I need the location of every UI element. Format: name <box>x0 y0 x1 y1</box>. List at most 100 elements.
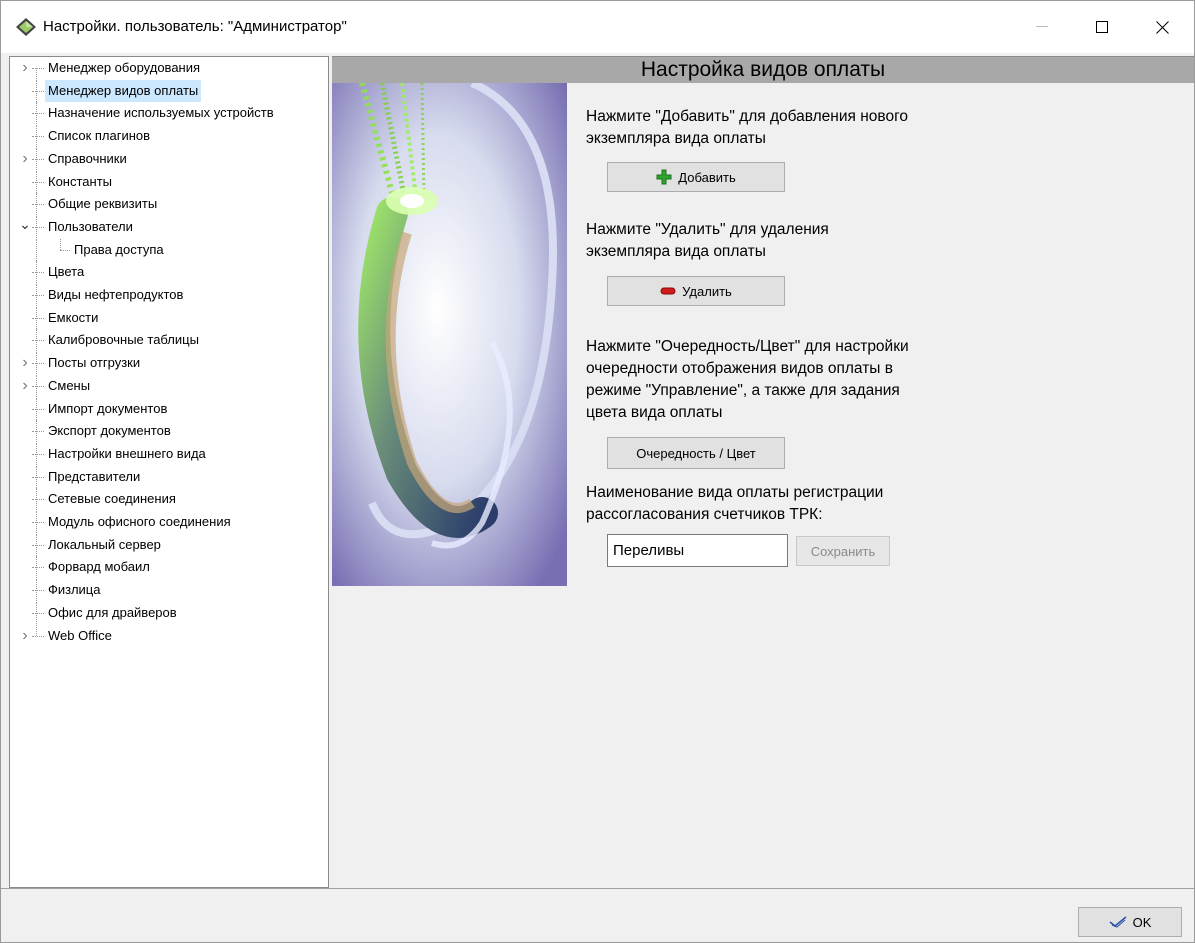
save-button[interactable]: Сохранить <box>796 536 890 566</box>
tree-item[interactable]: Калибровочные таблицы <box>10 329 328 352</box>
tree-item-label: Права доступа <box>74 241 164 257</box>
add-instructions: Нажмите "Добавить" для добавления нового… <box>586 108 909 147</box>
settings-tree[interactable]: › Менеджер оборудования Менеджер видов опл… <box>9 56 329 888</box>
tree-item[interactable]: Назначение используемых устройств <box>10 102 328 125</box>
add-button[interactable]: Добавить <box>607 162 785 192</box>
decorative-banner-image <box>332 83 567 586</box>
chevron-right-icon[interactable]: › <box>18 375 32 397</box>
tree-connector <box>32 363 44 365</box>
tree-item-label: Менеджер видов оплаты <box>45 79 202 102</box>
tree-connector <box>32 295 44 296</box>
tree-item[interactable]: Емкости <box>10 306 328 329</box>
tree-item-label: Настройки внешнего вида <box>48 445 206 461</box>
title-bar: Настройки. пользователь: "Администратор" <box>1 1 1194 53</box>
tree-item[interactable]: › Посты отгрузки <box>10 352 328 375</box>
checkmark-icon <box>1109 916 1127 928</box>
delete-button[interactable]: Удалить <box>607 276 785 306</box>
tree-item-label: Физлица <box>48 582 101 598</box>
app-diamond-icon <box>16 18 36 36</box>
tree-item[interactable]: Модуль офисного соединения <box>10 511 328 533</box>
tree-item[interactable]: Общие реквизиты <box>10 193 328 216</box>
delete-instructions: Нажмите "Удалить" для удаления экземпляр… <box>586 221 829 260</box>
tree-item-label: Сетевые соединения <box>48 491 176 507</box>
tree-connector <box>32 612 44 614</box>
tree-item[interactable]: Настройки внешнего вида <box>10 442 328 465</box>
tree-item-label: Импорт документов <box>48 400 168 416</box>
plus-icon <box>656 169 672 185</box>
maximize-button[interactable] <box>1079 1 1125 53</box>
tree-connector <box>36 238 37 261</box>
settings-window: Настройки. пользователь: "Администратор"… <box>0 0 1195 943</box>
tree-item[interactable]: Константы <box>10 170 328 193</box>
payment-types-panel: Настройка видов оплаты Нажмите "Добавить… <box>332 56 1194 888</box>
name-instructions: Наименование вида оплаты регистрации рас… <box>586 484 884 523</box>
tree-item[interactable]: Сетевые соединения <box>10 488 328 511</box>
tree-connector <box>32 567 44 569</box>
tree-item[interactable]: › Web Office <box>10 624 328 647</box>
tree-connector <box>32 522 44 523</box>
tree-connector <box>32 317 44 319</box>
tree-connector <box>32 590 44 592</box>
tree-item[interactable]: Офис для драйверов <box>10 601 328 624</box>
tree-item-label: Цвета <box>48 264 85 280</box>
ok-button[interactable]: OK <box>1078 907 1182 937</box>
order-color-button[interactable]: Очередность / Цвет <box>607 437 785 469</box>
tree-item[interactable]: Список плагинов <box>10 125 328 148</box>
tree-connector <box>32 181 44 183</box>
tree-connector <box>32 408 44 410</box>
tree-item-label: Локальный сервер <box>48 536 161 552</box>
tree-connector <box>32 453 44 455</box>
tree-item-label: Справочники <box>48 150 127 166</box>
tree-item-label: Калибровочные таблицы <box>48 332 199 348</box>
chevron-right-icon[interactable]: › <box>18 148 32 170</box>
close-button[interactable] <box>1139 1 1185 53</box>
tree-item[interactable]: Физлица <box>10 579 328 602</box>
tree-connector <box>36 624 37 636</box>
tree-connector <box>32 226 44 228</box>
tree-connector <box>32 90 44 92</box>
window-title: Настройки. пользователь: "Администратор" <box>43 18 347 35</box>
tree-item[interactable]: Импорт документов <box>10 397 328 420</box>
chevron-right-icon[interactable]: › <box>18 352 32 374</box>
tree-item-label: Виды нефтепродуктов <box>48 287 184 302</box>
minimize-button[interactable] <box>1019 1 1065 53</box>
tree-item[interactable]: › Справочники <box>10 147 328 170</box>
tree-connector <box>32 385 44 387</box>
payment-name-input[interactable]: Переливы <box>607 534 788 567</box>
tree-item[interactable]: Экспорт документов <box>10 420 328 443</box>
order-instructions: Нажмите "Очередность/Цвет" для настройки… <box>586 338 909 421</box>
tree-item-label: Офис для драйверов <box>48 604 177 620</box>
tree-item[interactable]: Цвета <box>10 261 328 284</box>
tree-item[interactable]: Права доступа <box>10 238 328 261</box>
footer-divider <box>1 888 1194 889</box>
tree-item-label: Константы <box>48 173 112 189</box>
tree-connector <box>32 136 44 138</box>
tree-connector <box>32 204 44 206</box>
tree-item-label: Общие реквизиты <box>48 196 158 212</box>
tree-connector <box>32 272 44 274</box>
chevron-right-icon[interactable]: › <box>18 57 32 79</box>
tree-item[interactable]: ⌄ Пользователи <box>10 215 328 238</box>
chevron-right-icon[interactable]: › <box>18 625 32 647</box>
tree-connector <box>32 635 44 637</box>
minimize-icon <box>1036 26 1048 27</box>
tree-item[interactable]: Виды нефтепродуктов <box>10 284 328 306</box>
tree-item-label: Емкости <box>48 309 99 325</box>
tree-item[interactable]: › Смены <box>10 374 328 397</box>
tree-item-label: Посты отгрузки <box>48 355 141 371</box>
panel-title: Настройка видов оплаты <box>332 56 1194 83</box>
tree-item-label: Назначение используемых устройств <box>48 105 274 121</box>
close-icon <box>1155 20 1169 34</box>
tree-item-label: Пользователи <box>48 218 133 234</box>
tree-item[interactable]: Представители <box>10 465 328 488</box>
tree-connector <box>32 544 44 546</box>
tree-item[interactable]: › Менеджер оборудования <box>10 57 328 79</box>
tree-item-label: Модуль офисного соединения <box>48 514 231 529</box>
tree-item-label: Список плагинов <box>48 128 151 144</box>
tree-connector <box>32 340 44 342</box>
chevron-down-icon[interactable]: ⌄ <box>18 216 32 238</box>
tree-item[interactable]: Форвард мобаил <box>10 556 328 579</box>
tree-item[interactable]: Менеджер видов оплаты <box>10 79 328 102</box>
tree-item[interactable]: Локальный сервер <box>10 533 328 556</box>
tree-connector <box>60 238 61 250</box>
